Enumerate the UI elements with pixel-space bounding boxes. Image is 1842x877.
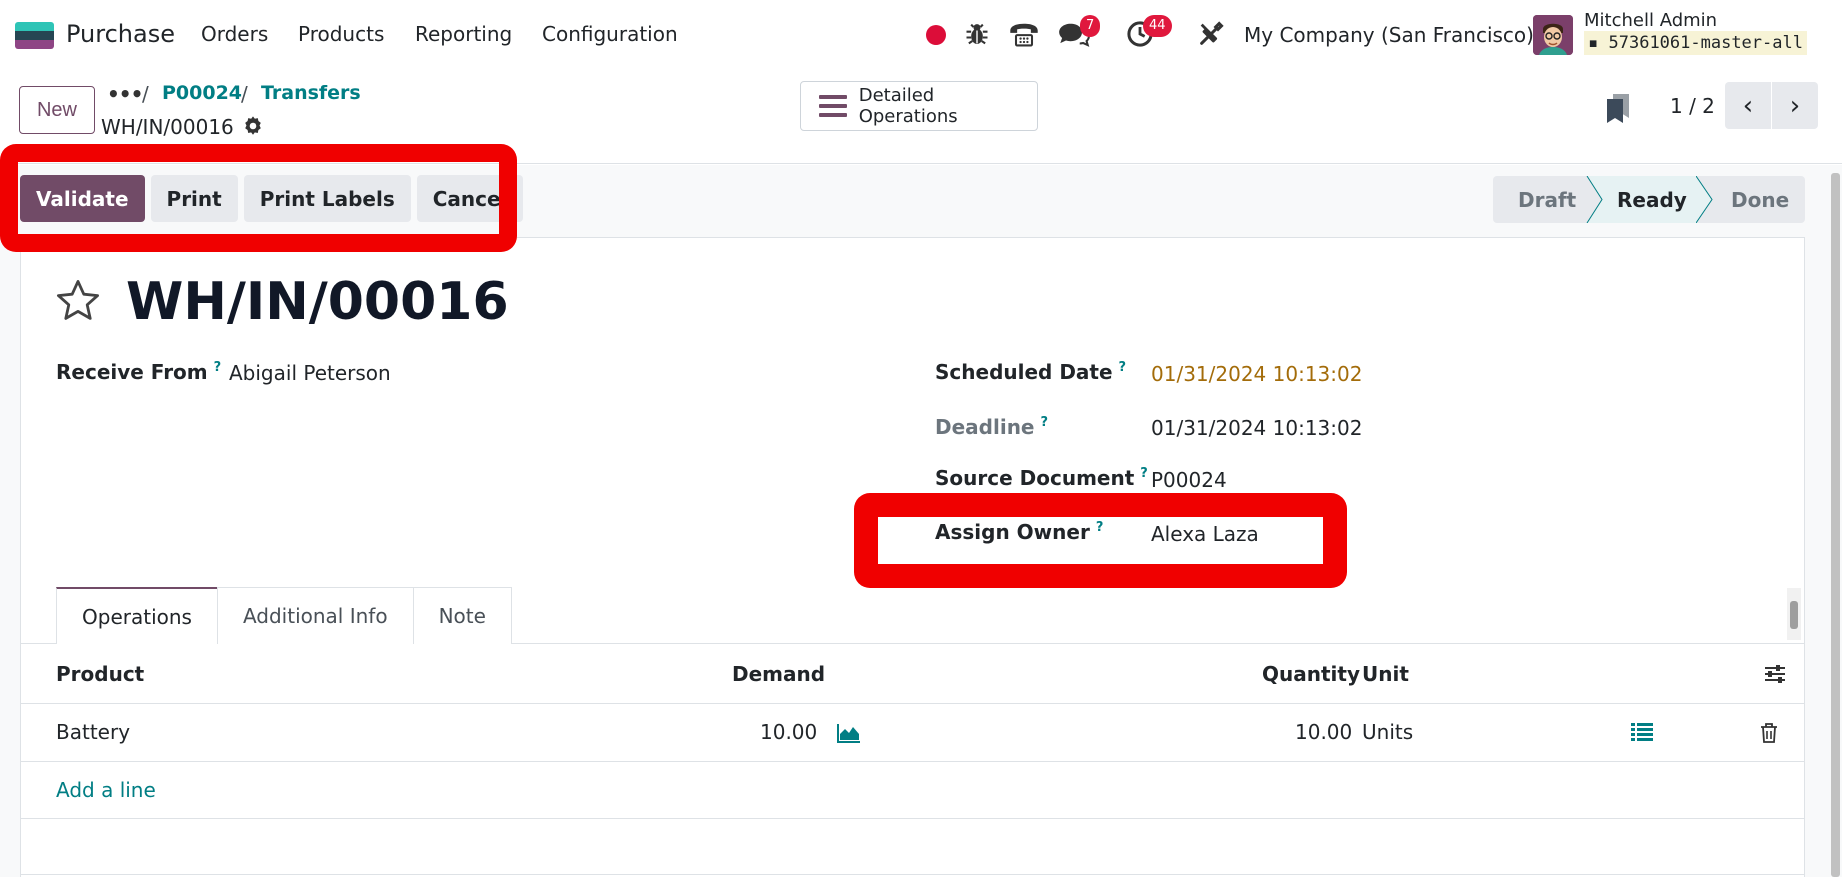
stage-ready-label: Ready xyxy=(1617,187,1687,212)
purchase-app-icon[interactable] xyxy=(15,22,54,49)
record-title: WH/IN/00016 xyxy=(126,272,509,332)
gear-icon[interactable] xyxy=(242,115,264,137)
bookmark-icon[interactable] xyxy=(1605,93,1631,123)
source-document-field[interactable]: P00024 xyxy=(1151,468,1227,492)
table-bottom-divider xyxy=(20,874,1805,875)
row-quantity[interactable]: 10.00 xyxy=(1295,720,1352,744)
list-icon xyxy=(819,95,847,117)
database-label: 57361061-master-all xyxy=(1608,33,1803,53)
column-settings-icon[interactable] xyxy=(1764,663,1786,685)
stage-done-label: Done xyxy=(1731,187,1790,212)
breadcrumb-separator: / xyxy=(142,82,149,106)
highlight-assign-owner xyxy=(854,493,1347,588)
stage-ready[interactable]: Ready xyxy=(1586,176,1713,223)
row-demand[interactable]: 10.00 xyxy=(760,720,817,744)
pager-next-button[interactable]: › xyxy=(1772,82,1818,129)
delete-trash-icon[interactable] xyxy=(1760,723,1778,743)
stage-draft[interactable]: Draft xyxy=(1493,176,1587,223)
activities-badge: 44 xyxy=(1143,15,1172,37)
detailed-operations-label: Detailed Operations xyxy=(858,85,958,127)
database-name: ▪ 57361061-master-all xyxy=(1584,31,1807,55)
user-avatar[interactable] xyxy=(1533,15,1573,55)
notebook-tabs: Operations Additional Info Note xyxy=(56,587,512,644)
tab-additional-info[interactable]: Additional Info xyxy=(216,587,414,644)
menu-orders[interactable]: Orders xyxy=(201,22,268,46)
deadline-label: Deadline? xyxy=(935,415,1048,439)
help-icon[interactable]: ? xyxy=(1119,360,1127,375)
stage-arrow-right xyxy=(1696,176,1713,223)
app-name[interactable]: Purchase xyxy=(66,20,175,48)
breadcrumb-more-icon[interactable]: ••• xyxy=(107,82,143,106)
scheduled-date-field[interactable]: 01/31/2024 10:13:02 xyxy=(1151,362,1362,386)
stage-arrow-left xyxy=(1586,176,1603,223)
receive-from-label-text: Receive From xyxy=(56,360,208,384)
breadcrumb-purchase-order[interactable]: P00024 xyxy=(162,82,242,104)
help-icon[interactable]: ? xyxy=(214,360,222,375)
column-header-demand[interactable]: Demand xyxy=(732,662,825,686)
page-scrollbar[interactable] xyxy=(1831,173,1840,877)
table-row-divider xyxy=(20,761,1805,762)
help-icon[interactable]: ? xyxy=(1041,415,1049,430)
source-document-label: Source Document? xyxy=(935,466,1148,490)
stage-statusbar: Draft Ready Done xyxy=(1493,176,1805,223)
receive-from-field[interactable]: Abigail Peterson xyxy=(229,361,391,385)
highlight-action-buttons xyxy=(0,144,517,252)
phone-icon[interactable] xyxy=(1008,20,1040,48)
column-header-product[interactable]: Product xyxy=(56,662,144,686)
settings-tools-icon[interactable] xyxy=(1197,20,1225,48)
top-navbar: Purchase Orders Products Reporting Confi… xyxy=(0,0,1842,70)
pager-previous-button[interactable]: ‹ xyxy=(1725,82,1771,129)
tab-operations[interactable]: Operations xyxy=(56,587,218,644)
tab-note[interactable]: Note xyxy=(412,587,512,644)
receive-from-label: Receive From? xyxy=(56,360,221,384)
detailed-operations-button[interactable]: Detailed Operations xyxy=(800,81,1038,131)
menu-reporting[interactable]: Reporting xyxy=(415,22,512,46)
help-icon[interactable]: ? xyxy=(1140,466,1148,481)
inner-scrollbar-thumb[interactable] xyxy=(1790,601,1798,629)
row-product[interactable]: Battery xyxy=(56,720,130,744)
deadline-field[interactable]: 01/31/2024 10:13:02 xyxy=(1151,416,1362,440)
breadcrumb-separator: / xyxy=(241,82,248,106)
table-footer-divider xyxy=(20,818,1805,819)
new-button[interactable]: New xyxy=(19,86,95,134)
star-icon[interactable] xyxy=(54,277,102,325)
table-header-divider xyxy=(20,703,1805,704)
forecast-graph-icon[interactable] xyxy=(837,723,861,743)
user-name[interactable]: Mitchell Admin xyxy=(1584,10,1717,31)
company-switcher[interactable]: My Company (San Francisco) xyxy=(1244,23,1534,47)
menu-products[interactable]: Products xyxy=(298,22,384,46)
source-document-label-text: Source Document xyxy=(935,466,1135,490)
bug-icon[interactable] xyxy=(963,20,991,48)
column-header-unit[interactable]: Unit xyxy=(1362,662,1409,686)
deadline-label-text: Deadline xyxy=(935,415,1035,439)
scheduled-date-label: Scheduled Date? xyxy=(935,360,1126,384)
messages-badge: 7 xyxy=(1080,15,1101,37)
breadcrumb-current: WH/IN/00016 xyxy=(101,115,234,139)
menu-configuration[interactable]: Configuration xyxy=(542,22,678,46)
stage-draft-label: Draft xyxy=(1518,187,1577,212)
details-list-icon[interactable] xyxy=(1631,723,1653,741)
scheduled-date-label-text: Scheduled Date xyxy=(935,360,1113,384)
add-line-link[interactable]: Add a line xyxy=(56,778,156,802)
pager-value[interactable]: 1 / 2 xyxy=(1670,94,1715,118)
breadcrumb-transfers[interactable]: Transfers xyxy=(261,82,361,104)
column-header-quantity[interactable]: Quantity xyxy=(1262,662,1360,686)
row-unit[interactable]: Units xyxy=(1362,720,1413,744)
database-icon: ▪ xyxy=(1588,33,1599,53)
recording-dot-icon[interactable] xyxy=(926,25,946,45)
